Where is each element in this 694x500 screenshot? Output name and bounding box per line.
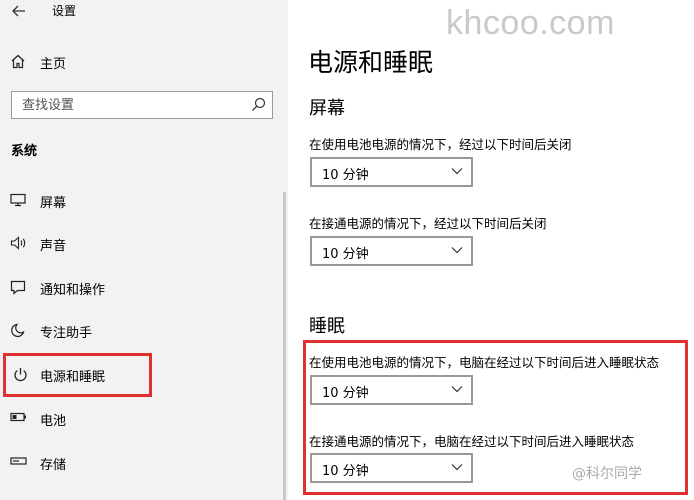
sidebar-item-storage[interactable]: 存储 bbox=[0, 445, 288, 481]
watermark-top: khcoo.com bbox=[446, 4, 615, 42]
screen-battery-dropdown[interactable]: 10 分钟 bbox=[310, 157, 473, 187]
main-panel: 电源和睡眠 屏幕 在使用电池电源的情况下，经过以下时间后关闭 10 分钟 在接通… bbox=[288, 0, 694, 500]
sidebar-item-label: 存储 bbox=[40, 458, 67, 473]
section-heading: 系统 bbox=[11, 144, 38, 159]
notification-icon bbox=[10, 280, 26, 295]
sidebar-item-label: 声音 bbox=[40, 239, 67, 254]
screen-battery-label: 在使用电池电源的情况下，经过以下时间后关闭 bbox=[309, 137, 572, 152]
back-button[interactable] bbox=[4, 0, 34, 22]
speaker-icon bbox=[10, 236, 26, 250]
back-arrow-icon bbox=[12, 5, 25, 17]
sidebar-item-power-sleep[interactable]: 电源和睡眠 bbox=[3, 353, 152, 397]
sleep-battery-dropdown[interactable]: 10 分钟 bbox=[310, 375, 473, 405]
sidebar-item-notifications[interactable]: 通知和操作 bbox=[0, 270, 288, 306]
screen-group-heading: 屏幕 bbox=[309, 98, 345, 119]
search-icon[interactable] bbox=[251, 97, 266, 112]
dropdown-value: 10 分钟 bbox=[322, 168, 369, 183]
sleep-plugged-dropdown[interactable]: 10 分钟 bbox=[310, 453, 473, 483]
dropdown-value: 10 分钟 bbox=[322, 247, 369, 262]
battery-icon bbox=[10, 412, 26, 422]
screen-plugged-dropdown[interactable]: 10 分钟 bbox=[310, 236, 473, 266]
sidebar-item-battery[interactable]: 电池 bbox=[0, 401, 288, 437]
display-icon bbox=[10, 193, 26, 207]
search-input[interactable] bbox=[12, 92, 242, 118]
moon-icon bbox=[11, 323, 25, 338]
chevron-down-icon bbox=[451, 386, 463, 393]
chevron-down-icon bbox=[451, 247, 463, 254]
sidebar-item-label: 电源和睡眠 bbox=[40, 370, 106, 385]
sleep-plugged-label: 在接通电源的情况下，电脑在经过以下时间后进入睡眠状态 bbox=[309, 434, 635, 449]
dropdown-value: 10 分钟 bbox=[322, 386, 369, 401]
sidebar-item-label: 主页 bbox=[40, 57, 67, 72]
search-field[interactable] bbox=[11, 91, 273, 119]
sleep-battery-label: 在使用电池电源的情况下，电脑在经过以下时间后进入睡眠状态 bbox=[309, 355, 660, 370]
chevron-down-icon bbox=[451, 464, 463, 471]
sidebar: 设置 主页 系统 屏幕 声音 通知和操作 bbox=[0, 0, 288, 500]
sidebar-item-label: 专注助手 bbox=[40, 326, 93, 341]
sidebar-item-label: 屏幕 bbox=[40, 196, 67, 211]
app-title: 设置 bbox=[52, 4, 77, 18]
sidebar-item-label: 通知和操作 bbox=[40, 283, 106, 298]
chevron-down-icon bbox=[451, 168, 463, 175]
sidebar-item-focus-assist[interactable]: 专注助手 bbox=[0, 313, 288, 349]
page-title: 电源和睡眠 bbox=[308, 48, 434, 77]
storage-icon bbox=[10, 457, 27, 465]
home-icon bbox=[11, 54, 25, 69]
sidebar-scrollbar[interactable] bbox=[283, 192, 286, 500]
sidebar-item-display[interactable]: 屏幕 bbox=[0, 183, 288, 219]
watermark-bottom-text: @科尔同学 bbox=[572, 466, 642, 482]
sidebar-item-home[interactable]: 主页 bbox=[0, 48, 288, 76]
sidebar-item-label: 电池 bbox=[40, 414, 67, 429]
watermark-bottom: @科尔同学 bbox=[572, 463, 642, 483]
power-icon bbox=[14, 368, 27, 382]
screen-plugged-label: 在接通电源的情况下，经过以下时间后关闭 bbox=[309, 216, 547, 231]
sidebar-item-sound[interactable]: 声音 bbox=[0, 226, 288, 262]
dropdown-value: 10 分钟 bbox=[322, 464, 369, 479]
sleep-group-heading: 睡眠 bbox=[309, 316, 345, 337]
